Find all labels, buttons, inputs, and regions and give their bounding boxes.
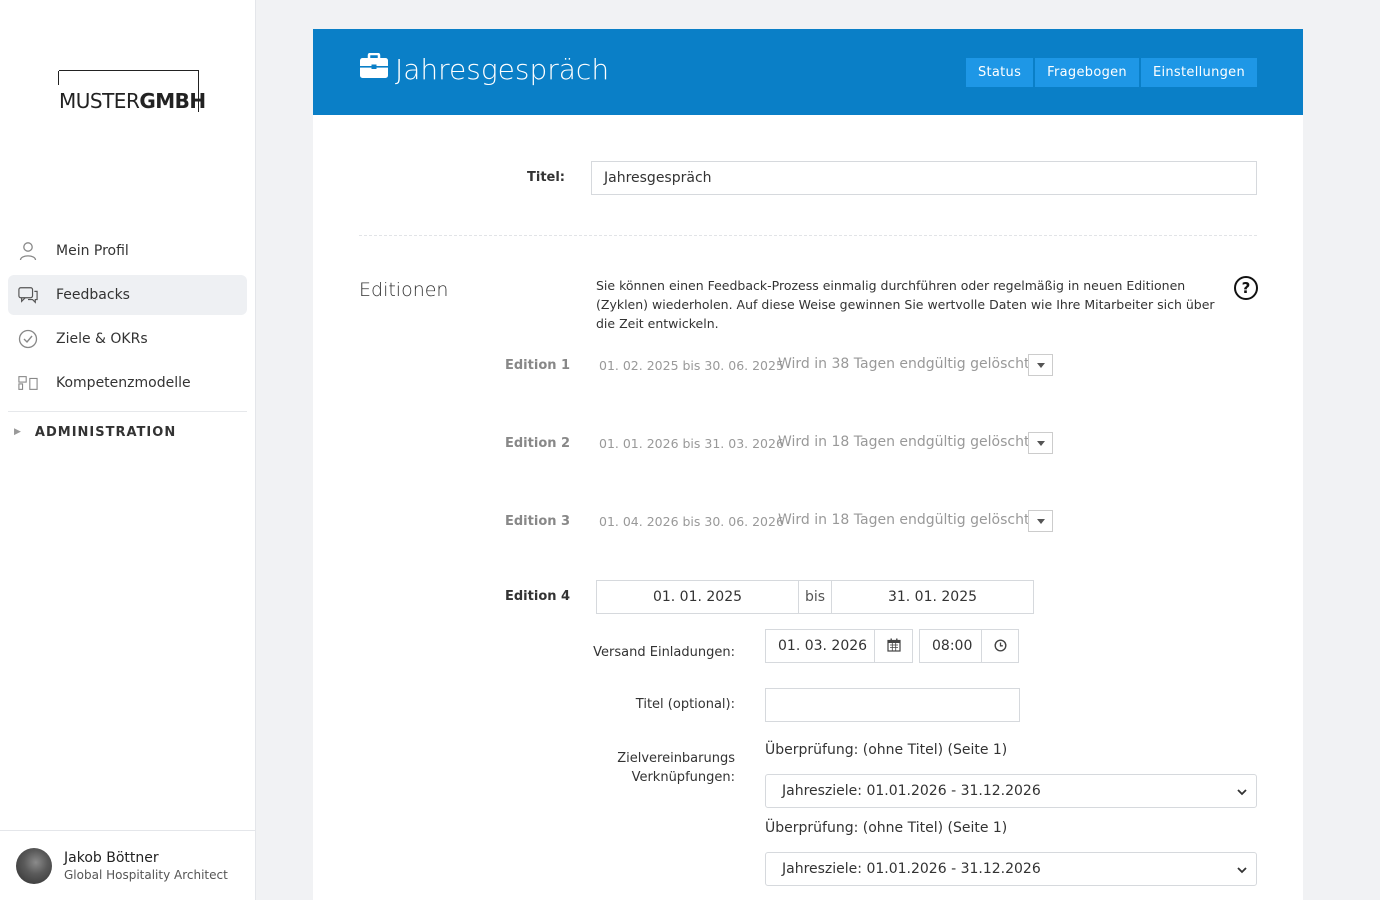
chat-icon: [18, 285, 38, 305]
calendar-button[interactable]: [874, 629, 913, 663]
edition-end-date-input[interactable]: 31. 01. 2025: [831, 580, 1034, 614]
edition-status: Wird in 38 Tagen endgültig gelöscht: [778, 356, 1030, 372]
chevron-down-icon: [1236, 864, 1248, 880]
title-input[interactable]: Jahresgespräch: [591, 161, 1257, 195]
edition-dropdown-button[interactable]: [1028, 354, 1053, 376]
editionen-heading: Editionen: [359, 279, 449, 301]
sidebar-item-label: Mein Profil: [56, 243, 129, 259]
logo-text: MUSTERGMBH: [59, 89, 206, 113]
sidebar-admin-label: ADMINISTRATION: [34, 424, 177, 440]
edition-label: Edition 3: [505, 514, 571, 529]
page-title-text: Jahresgespräch: [395, 53, 610, 86]
edition-dates: 01. 04. 2026 bis 30. 06. 2026: [599, 514, 784, 529]
edition-dropdown-button[interactable]: [1028, 510, 1053, 532]
edition-label: Edition 2: [505, 436, 571, 451]
edition-label: Edition 4: [505, 589, 571, 604]
company-logo[interactable]: MUSTERGMBH: [58, 70, 206, 113]
versand-label: Versand Einladungen:: [593, 645, 735, 660]
title-label: Titel:: [527, 170, 566, 185]
briefcase-icon: [359, 52, 389, 86]
editionen-description: Sie können einen Feedback-Prozess einmal…: [596, 278, 1215, 331]
sidebar-item-feedbacks[interactable]: Feedbacks: [8, 275, 247, 315]
chevron-down-icon: [1236, 786, 1248, 802]
user-name: Jakob Böttner: [64, 849, 159, 866]
edition-date-range: 01. 01. 2025 bis 31. 01. 2025: [596, 580, 1034, 614]
sidebar-item-label: Ziele & OKRs: [56, 331, 148, 347]
select-value: Jahresziele: 01.01.2026 - 31.12.2026: [782, 783, 1041, 799]
titel-optional-label: Titel (optional):: [635, 697, 735, 712]
sidebar-nav: Mein Profil Feedbacks Ziele & OKRs Kompe…: [8, 231, 247, 452]
ziel-verknuepfungen-label: Zielvereinbarungs Verknüpfungen:: [535, 749, 735, 787]
edition-dates: 01. 01. 2026 bis 31. 03. 2026: [599, 436, 784, 451]
edition-label: Edition 1: [505, 358, 571, 373]
clock-button[interactable]: [981, 629, 1019, 663]
section-divider: [359, 235, 1257, 236]
versand-date-input[interactable]: 01. 03. 2026: [765, 629, 876, 663]
titel-optional-input[interactable]: [765, 688, 1020, 722]
sidebar-item-mein-profil[interactable]: Mein Profil: [8, 231, 247, 271]
edition-status: Wird in 18 Tagen endgültig gelöscht: [778, 512, 1030, 528]
page-title: Jahresgespräch: [359, 52, 610, 86]
tab-einstellungen[interactable]: Einstellungen: [1140, 58, 1257, 87]
sidebar-item-kompetenzmodelle[interactable]: Kompetenzmodelle: [8, 363, 247, 403]
caret-down-icon: [1036, 440, 1045, 446]
sidebar-item-label: Kompetenzmodelle: [56, 375, 191, 391]
link-heading: Überprüfung: (ohne Titel) (Seite 1): [765, 820, 1008, 836]
link-heading: Überprüfung: (ohne Titel) (Seite 1): [765, 742, 1008, 758]
user-role: Global Hospitality Architect: [64, 867, 228, 882]
caret-down-icon: [1036, 518, 1045, 524]
sidebar-item-label: Feedbacks: [56, 287, 130, 303]
header-tabs: Status Fragebogen Einstellungen: [964, 58, 1257, 87]
ziel-label-line1: Zielvereinbarungs: [617, 751, 735, 766]
expand-triangle-icon: ▶: [14, 427, 22, 437]
caret-down-icon: [1036, 362, 1045, 368]
help-icon[interactable]: ?: [1234, 276, 1258, 300]
versand-time-input[interactable]: 08:00: [919, 629, 983, 663]
tab-fragebogen[interactable]: Fragebogen: [1035, 58, 1139, 87]
user-profile[interactable]: Jakob Böttner Global Hospitality Archite…: [0, 830, 255, 900]
select-value: Jahresziele: 01.01.2026 - 31.12.2026: [782, 861, 1041, 877]
avatar: [16, 847, 52, 884]
date-range-separator: bis: [799, 580, 831, 614]
clock-icon: [993, 637, 1007, 656]
calendar-icon: [886, 637, 901, 656]
sidebar-item-ziele-okrs[interactable]: Ziele & OKRs: [8, 319, 247, 359]
check-circle-icon: [18, 329, 38, 349]
goal-link-select[interactable]: Jahresziele: 01.01.2026 - 31.12.2026: [765, 774, 1257, 808]
edition-status: Wird in 18 Tagen endgültig gelöscht: [778, 434, 1030, 450]
main-card: Jahresgespräch Status Fragebogen Einstel…: [313, 29, 1303, 900]
page-header: Jahresgespräch Status Fragebogen Einstel…: [313, 29, 1303, 115]
edition-dropdown-button[interactable]: [1028, 432, 1053, 454]
sidebar-item-administration[interactable]: ▶ ADMINISTRATION: [8, 412, 247, 452]
goal-link-select[interactable]: Jahresziele: 01.01.2026 - 31.12.2026: [765, 852, 1257, 886]
ziel-label-line2: Verknüpfungen:: [631, 770, 735, 785]
sidebar: MUSTERGMBH Mein Profil Feedbacks Ziele &…: [0, 0, 256, 900]
edition-dates: 01. 02. 2025 bis 30. 06. 2025: [599, 358, 784, 373]
edition-start-date-input[interactable]: 01. 01. 2025: [596, 580, 799, 614]
user-icon: [18, 241, 38, 261]
tab-status[interactable]: Status: [965, 58, 1034, 87]
model-icon: [18, 373, 38, 393]
